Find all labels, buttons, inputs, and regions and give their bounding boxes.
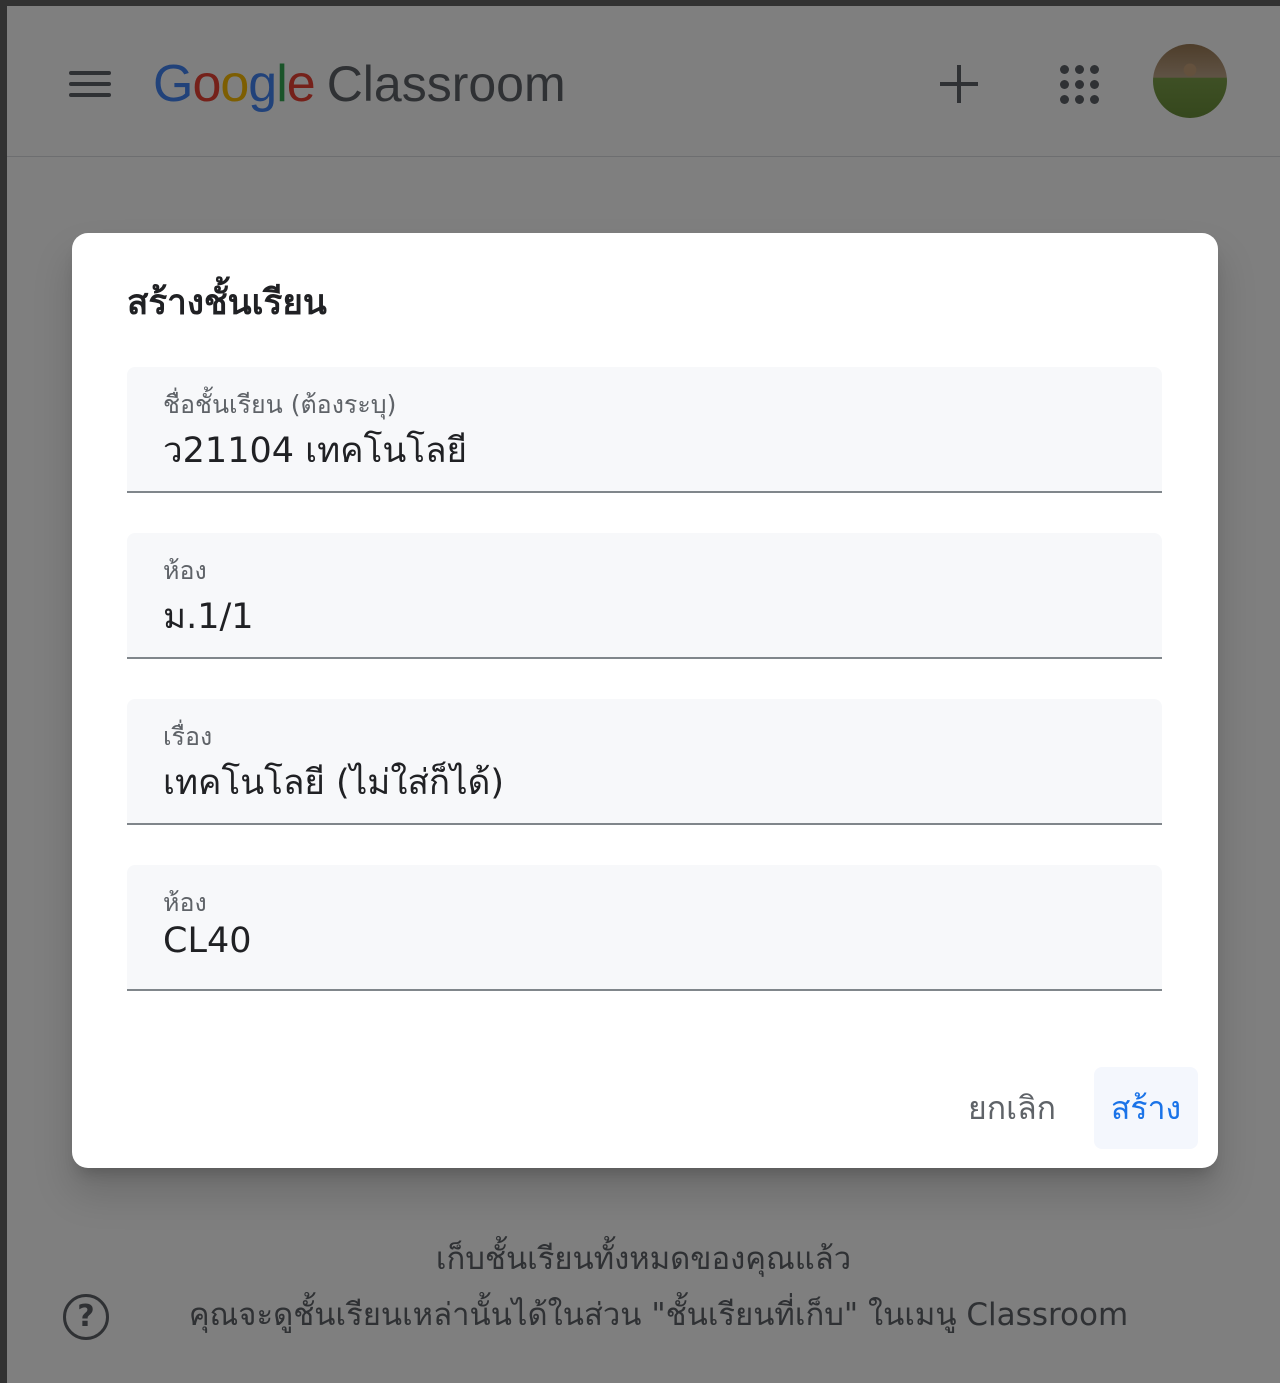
room-label: ห้อง	[163, 888, 207, 917]
cancel-button[interactable]: ยกเลิก	[948, 1067, 1076, 1149]
subject-label: เรื่อง	[163, 722, 213, 751]
section-field[interactable]: ห้อง ม.1/1	[127, 533, 1162, 659]
section-label: ห้อง	[163, 556, 207, 585]
dialog-title: สร้างชั้นเรียน	[127, 283, 327, 323]
create-button[interactable]: สร้าง	[1094, 1067, 1198, 1149]
class-name-input[interactable]: ว21104 เทคโนโลยี	[163, 423, 467, 478]
window-left-border	[0, 0, 7, 1383]
class-name-field[interactable]: ชื่อชั้นเรียน (ต้องระบุ) ว21104 เทคโนโลย…	[127, 367, 1162, 493]
room-input[interactable]: CL40	[163, 921, 251, 961]
subject-input[interactable]: เทคโนโลยี (ไม่ใส่ก็ได้)	[163, 755, 504, 810]
class-name-label: ชื่อชั้นเรียน (ต้องระบุ)	[163, 390, 397, 419]
subject-field[interactable]: เรื่อง เทคโนโลยี (ไม่ใส่ก็ได้)	[127, 699, 1162, 825]
room-field[interactable]: ห้อง CL40	[127, 865, 1162, 991]
create-class-dialog: สร้างชั้นเรียน ชื่อชั้นเรียน (ต้องระบุ) …	[72, 233, 1218, 1168]
section-input[interactable]: ม.1/1	[163, 589, 254, 644]
